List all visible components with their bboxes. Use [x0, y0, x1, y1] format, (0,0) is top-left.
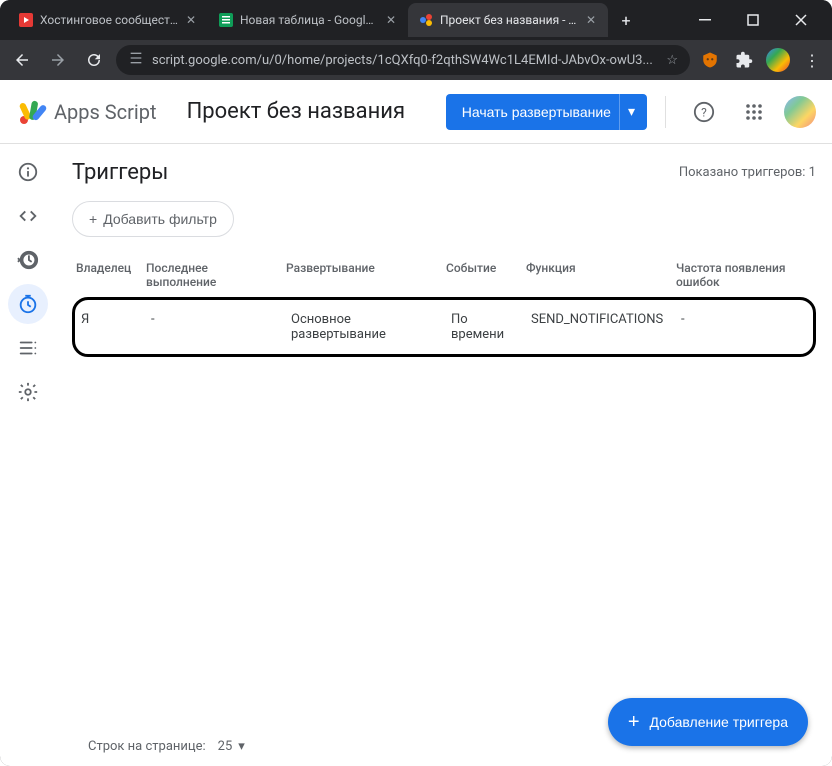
extensions-icon[interactable]: [732, 48, 756, 72]
table-row[interactable]: Я - Основное развертывание По времени SE…: [77, 302, 811, 352]
browser-tab-active[interactable]: Проект без названия - Три ✕: [408, 3, 608, 37]
svg-text:?: ?: [701, 105, 707, 119]
apps-script-logo-icon: [16, 96, 48, 128]
dropdown-arrow-icon: ▾: [238, 739, 245, 754]
add-trigger-button[interactable]: + Добавление триггера: [608, 698, 808, 746]
apps-grid-button[interactable]: [734, 92, 774, 132]
maximize-button[interactable]: [730, 4, 776, 36]
col-owner: Владелец: [72, 261, 142, 289]
tab-title: Новая таблица - Google Т: [240, 13, 378, 27]
star-icon[interactable]: ☆: [666, 53, 678, 68]
sidebar-history[interactable]: [8, 240, 48, 280]
site-settings-icon[interactable]: [128, 50, 144, 70]
sidebar-executions[interactable]: [8, 328, 48, 368]
col-deployment: Развертывание: [282, 261, 442, 289]
tab-title: Проект без названия - Три: [440, 13, 578, 27]
extension-icon[interactable]: [698, 48, 722, 72]
dropdown-arrow-icon: ▾: [619, 94, 635, 130]
cell-deployment: Основное развертывание: [287, 312, 447, 342]
close-icon[interactable]: ✕: [584, 13, 598, 27]
fab-label: Добавление триггера: [650, 714, 789, 730]
col-error-rate: Частота появления ошибок: [672, 261, 832, 289]
col-last-run: Последнее выполнение: [142, 261, 282, 289]
close-window-button[interactable]: [778, 4, 824, 36]
deploy-button[interactable]: Начать развертывание ▾: [446, 94, 647, 130]
plus-icon: +: [89, 211, 97, 227]
apps-script-logo[interactable]: Apps Script: [16, 96, 157, 128]
sidebar-triggers[interactable]: [8, 284, 48, 324]
tab-title: Хостинговое сообщество: [40, 13, 178, 27]
triggers-count: Показано триггеров: 1: [679, 165, 816, 180]
col-event: Событие: [442, 261, 522, 289]
nav-forward-button[interactable]: [44, 46, 72, 74]
help-button[interactable]: ?: [684, 92, 724, 132]
cell-owner: Я: [77, 312, 147, 342]
tab-favicon-icon: [18, 12, 34, 28]
url-box[interactable]: script.google.com/u/0/home/projects/1cQX…: [116, 45, 690, 75]
cell-function: SEND_NOTIFICATIONS: [527, 312, 677, 342]
nav-back-button[interactable]: [8, 46, 36, 74]
cell-error-rate: -: [677, 312, 832, 342]
close-icon[interactable]: ✕: [384, 13, 398, 27]
app-header: Apps Script Проект без названия Начать р…: [0, 80, 832, 144]
filter-label: Добавить фильтр: [103, 211, 217, 227]
user-avatar[interactable]: [784, 96, 816, 128]
browser-titlebar: Хостинговое сообщество ✕ Новая таблица -…: [0, 0, 832, 40]
table-header: Владелец Последнее выполнение Развертыва…: [72, 253, 828, 297]
browser-profile-icon[interactable]: [766, 48, 790, 72]
sidebar-overview[interactable]: [8, 152, 48, 192]
cell-event: По времени: [447, 312, 527, 342]
new-tab-button[interactable]: +: [612, 6, 640, 34]
browser-address-bar: script.google.com/u/0/home/projects/1cQX…: [0, 40, 832, 80]
plus-icon: +: [628, 711, 640, 734]
browser-tab[interactable]: Новая таблица - Google Т ✕: [208, 3, 408, 37]
col-function: Функция: [522, 261, 672, 289]
rows-value: 25: [218, 739, 233, 754]
divider: [665, 96, 666, 128]
add-filter-button[interactable]: + Добавить фильтр: [72, 201, 234, 237]
url-text: script.google.com/u/0/home/projects/1cQX…: [152, 53, 658, 68]
sidebar-editor[interactable]: [8, 196, 48, 236]
tab-favicon-icon: [418, 12, 434, 28]
minimize-button[interactable]: [682, 4, 728, 36]
sidebar-settings[interactable]: [8, 372, 48, 412]
browser-menu-icon[interactable]: ⋮: [800, 48, 824, 72]
deploy-label: Начать развертывание: [462, 104, 611, 120]
project-title[interactable]: Проект без названия: [187, 99, 406, 124]
page-title: Триггеры: [72, 160, 168, 185]
sidebar: [0, 144, 56, 766]
highlighted-row-frame: Я - Основное развертывание По времени SE…: [72, 297, 816, 357]
nav-reload-button[interactable]: [80, 46, 108, 74]
rows-per-page-label: Строк на странице:: [88, 739, 206, 754]
tab-favicon-icon: [218, 12, 234, 28]
app-logo-text: Apps Script: [54, 100, 157, 124]
browser-tab[interactable]: Хостинговое сообщество ✕: [8, 3, 208, 37]
cell-last-run: -: [147, 312, 287, 342]
close-icon[interactable]: ✕: [184, 13, 198, 27]
rows-per-page-select[interactable]: 25 ▾: [218, 739, 245, 754]
